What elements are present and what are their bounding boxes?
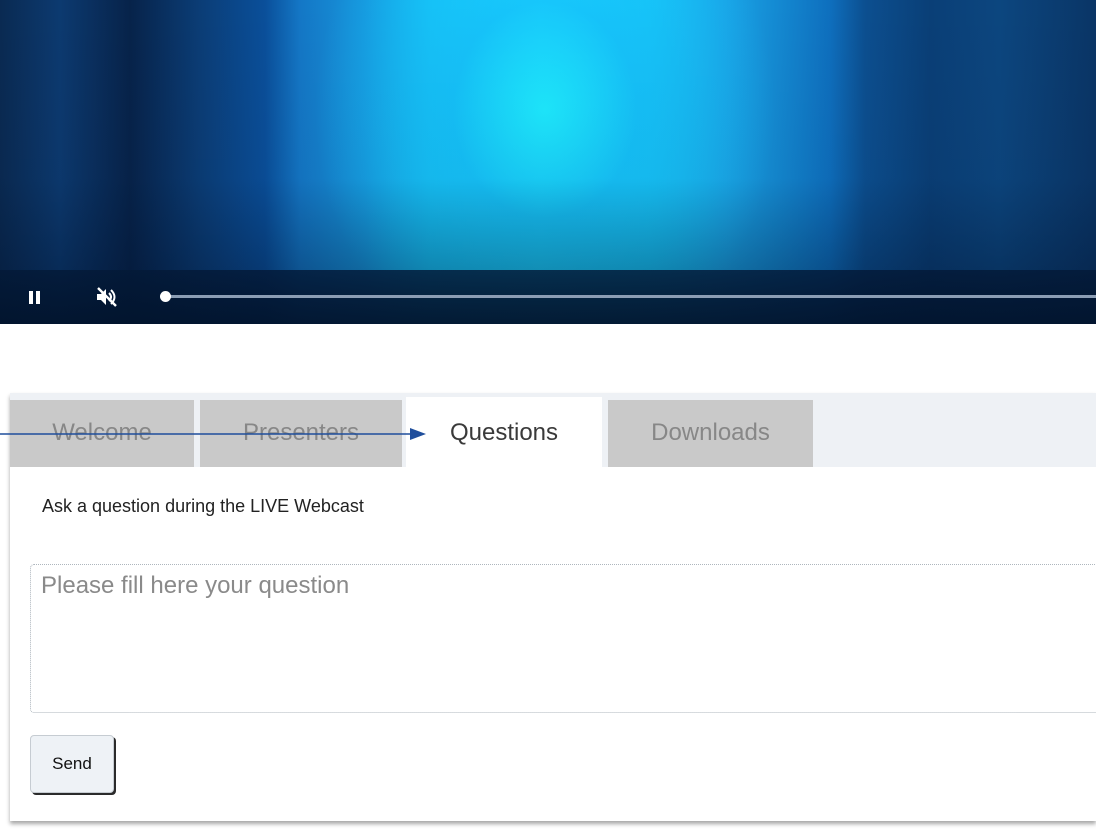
pause-button[interactable]	[29, 289, 43, 305]
pause-icon	[29, 291, 33, 304]
video-player[interactable]	[0, 0, 1096, 324]
question-prompt: Ask a question during the LIVE Webcast	[42, 496, 364, 516]
progress-handle[interactable]	[160, 291, 171, 302]
send-button[interactable]: Send	[30, 735, 114, 793]
muted-speaker-icon	[97, 287, 117, 307]
webcast-tabs-panel: Welcome Presenters Questions Downloads A…	[10, 393, 1096, 821]
mute-button[interactable]	[95, 286, 119, 308]
video-progress-bar[interactable]	[160, 291, 1096, 302]
tab-downloads[interactable]: Downloads	[608, 400, 813, 467]
annotation-arrow	[0, 428, 426, 440]
tab-questions[interactable]: Questions	[406, 397, 602, 467]
question-input[interactable]	[30, 564, 1096, 713]
video-control-bar	[0, 270, 1096, 324]
progress-track	[160, 295, 1096, 298]
